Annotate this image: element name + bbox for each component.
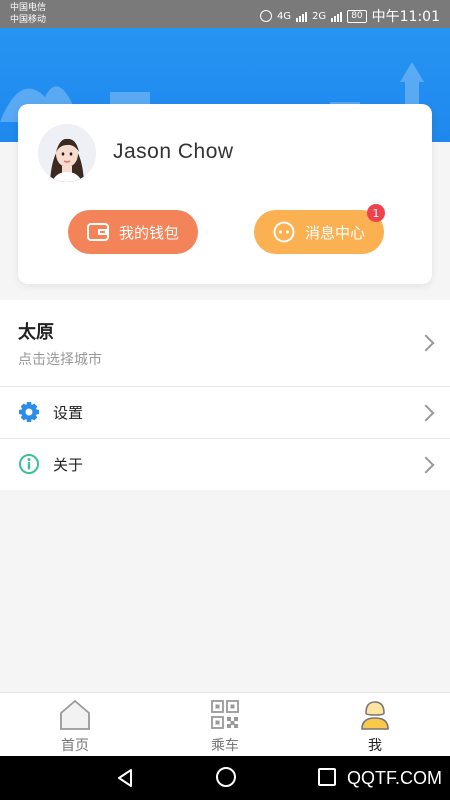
menu-item-settings[interactable]: 设置 xyxy=(0,387,450,438)
chat-bubble-icon xyxy=(273,221,295,243)
chevron-right-icon xyxy=(417,404,435,422)
carrier-info: 中国电信 中国移动 xyxy=(10,2,46,26)
tab-label: 乘车 xyxy=(211,738,239,754)
profile-card: Jason Chow 我的钱包 消息中心 1 xyxy=(18,104,432,284)
unread-badge: 1 xyxy=(367,204,385,222)
chevron-right-icon xyxy=(417,334,435,352)
signal-icon xyxy=(331,10,343,22)
signal-icon xyxy=(296,10,308,22)
tab-label: 我 xyxy=(368,738,382,754)
tab-me[interactable]: 我 xyxy=(300,693,450,756)
avatar[interactable] xyxy=(38,124,96,182)
person-icon xyxy=(357,699,393,731)
alarm-icon xyxy=(259,10,272,22)
menu-item-about[interactable]: 关于 xyxy=(0,439,450,490)
bottom-tab-bar: 首页 乘车 我 xyxy=(0,692,450,756)
status-clock: 中午11:01 xyxy=(371,9,440,25)
network-type-2: 2G xyxy=(312,10,327,22)
back-icon[interactable] xyxy=(115,768,135,792)
city-hint: 点击选择城市 xyxy=(18,352,102,368)
chevron-right-icon xyxy=(417,456,435,474)
tab-label: 首页 xyxy=(61,738,89,754)
network-type-1: 4G xyxy=(276,10,292,22)
message-center-label: 消息中心 xyxy=(304,223,365,242)
info-icon xyxy=(18,453,40,475)
status-bar: 中国电信 中国移动 4G 2G 80 中午11:01 xyxy=(0,0,450,28)
message-center-button[interactable]: 消息中心 1 xyxy=(254,204,385,254)
username: Jason Chow xyxy=(113,140,234,163)
my-wallet-button[interactable]: 我的钱包 xyxy=(68,210,198,254)
tab-home[interactable]: 首页 xyxy=(0,693,150,756)
avatar-portrait-icon xyxy=(38,124,96,182)
recent-apps-icon[interactable] xyxy=(318,768,336,786)
qr-code-icon xyxy=(207,699,243,731)
menu-item-label: 关于 xyxy=(53,456,84,474)
tab-ride[interactable]: 乘车 xyxy=(150,693,300,756)
city-name: 太原 xyxy=(18,322,54,343)
carrier-2: 中国移动 xyxy=(10,15,47,25)
wallet-icon xyxy=(86,221,109,243)
my-wallet-label: 我的钱包 xyxy=(118,223,179,242)
battery-level: 80 xyxy=(347,9,367,23)
system-nav-bar: QQTF.COM xyxy=(0,756,450,800)
menu-item-label: 设置 xyxy=(53,404,84,422)
city-selector[interactable]: 太原 点击选择城市 xyxy=(0,300,450,386)
home-icon xyxy=(57,699,93,731)
watermark: QQTF.COM xyxy=(347,768,442,788)
carrier-1: 中国电信 xyxy=(10,3,47,13)
status-indicators: 4G 2G 80 中午11:01 xyxy=(259,6,440,26)
gear-icon xyxy=(18,401,40,423)
home-circle-icon[interactable] xyxy=(216,767,236,787)
